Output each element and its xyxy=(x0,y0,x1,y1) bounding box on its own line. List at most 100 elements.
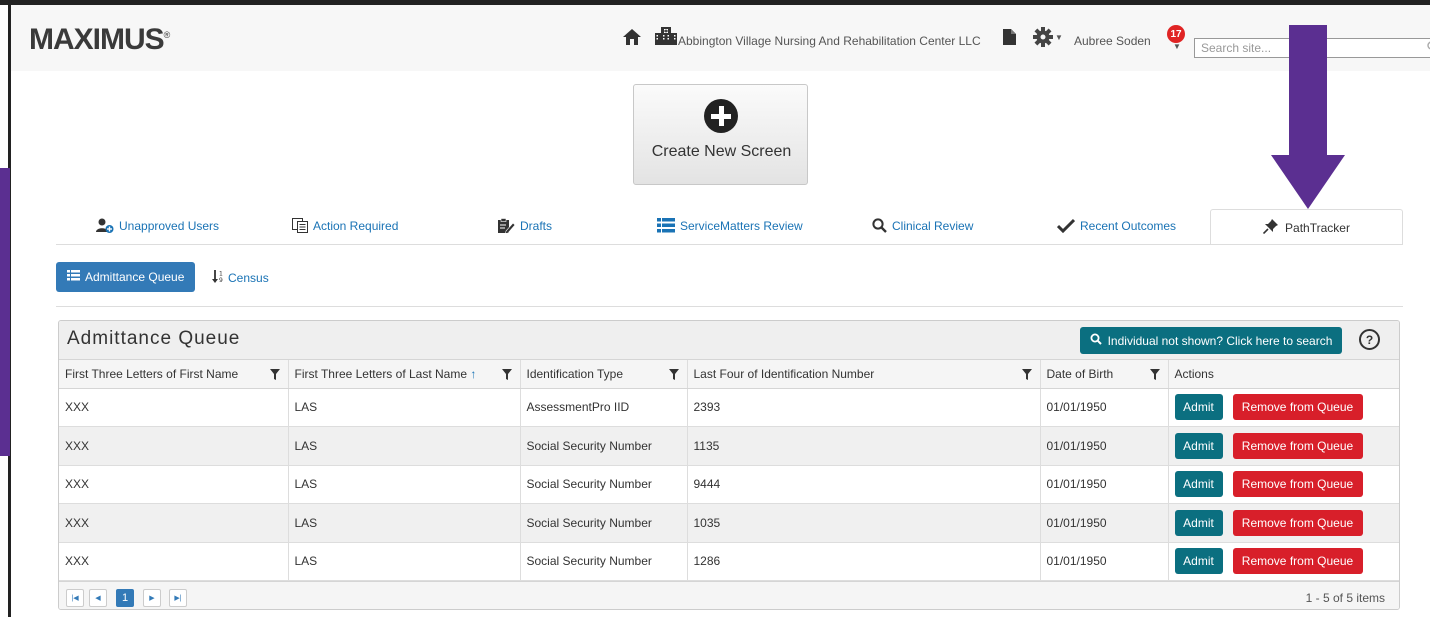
settings-gear-icon[interactable]: ▼ xyxy=(1033,27,1063,47)
list-icon xyxy=(67,270,80,284)
cell-dob: 01/01/1950 xyxy=(1040,542,1169,581)
tab-label: Unapproved Users xyxy=(119,218,220,233)
cell-id-last-four: 1286 xyxy=(687,542,1041,581)
tab-clinical-review[interactable]: Clinical Review xyxy=(872,218,973,233)
table-row: XXX LAS Social Security Number 1035 01/0… xyxy=(59,503,1399,543)
column-header-label: Last Four of Identification Number xyxy=(693,366,875,381)
sort-numeric-icon: 19 xyxy=(212,270,224,286)
cell-last-name: LAS xyxy=(288,388,521,427)
census-button[interactable]: 19 Census xyxy=(212,270,269,286)
sort-ascending-icon: ↑ xyxy=(470,366,477,381)
maximus-logo[interactable]: MAXIMUS® xyxy=(29,23,170,57)
filter-icon[interactable] xyxy=(668,369,679,383)
cell-id-last-four: 1035 xyxy=(687,503,1041,543)
tab-unapproved-users[interactable]: Unapproved Users xyxy=(96,218,219,233)
side-accent-bar xyxy=(0,168,10,456)
table-row: XXX LAS Social Security Number 1286 01/0… xyxy=(59,542,1399,581)
tab-drafts[interactable]: Drafts xyxy=(497,218,552,234)
create-new-screen-button[interactable]: Create New Screen xyxy=(633,84,808,185)
table-row: XXX LAS Social Security Number 9444 01/0… xyxy=(59,465,1399,504)
cell-dob: 01/01/1950 xyxy=(1040,465,1169,504)
filter-icon[interactable] xyxy=(1021,369,1032,383)
annotation-arrow-head xyxy=(1271,155,1345,209)
tab-pathtracker[interactable]: PathTracker xyxy=(1210,209,1403,245)
cell-dob: 01/01/1950 xyxy=(1040,388,1169,427)
tab-label: Recent Outcomes xyxy=(1080,218,1177,233)
filter-icon[interactable] xyxy=(1149,369,1160,383)
table-header-row: First Three Letters of First Name First … xyxy=(59,360,1399,389)
search-icon xyxy=(872,218,887,233)
cell-id-last-four: 9444 xyxy=(687,465,1041,504)
cell-id-type: Social Security Number xyxy=(520,503,688,543)
column-header-id-type[interactable]: Identification Type xyxy=(520,360,688,389)
cell-actions: Admit Remove from Queue xyxy=(1168,388,1399,427)
cell-id-type: Social Security Number xyxy=(520,542,688,581)
document-icon[interactable] xyxy=(1003,29,1016,45)
notification-badge[interactable]: 17 xyxy=(1167,25,1185,43)
plus-circle-icon xyxy=(704,99,738,133)
last-page-icon[interactable]: ▶| xyxy=(169,589,187,607)
create-new-screen-label: Create New Screen xyxy=(651,143,792,160)
individual-search-button[interactable]: Individual not shown? Click here to sear… xyxy=(1080,327,1342,354)
settings-caret-icon: ▼ xyxy=(1055,32,1063,42)
column-header-last-name[interactable]: First Three Letters of Last Name ↑ xyxy=(288,360,521,389)
column-header-label: First Three Letters of Last Name xyxy=(294,366,468,381)
admit-button[interactable]: Admit xyxy=(1174,471,1223,498)
column-header-id-last-four[interactable]: Last Four of Identification Number xyxy=(687,360,1041,389)
copy-document-icon xyxy=(292,218,308,233)
cell-last-name: LAS xyxy=(288,426,521,466)
admit-button[interactable]: Admit xyxy=(1174,548,1223,575)
remove-from-queue-button[interactable]: Remove from Queue xyxy=(1232,471,1363,498)
page-number-button[interactable]: 1 xyxy=(116,589,134,607)
cell-first-name: XXX xyxy=(59,503,289,543)
table-row: XXX LAS Social Security Number 1135 01/0… xyxy=(59,426,1399,466)
tab-label: Clinical Review xyxy=(892,218,974,233)
user-name[interactable]: Aubree Soden xyxy=(1074,34,1151,48)
column-header-dob[interactable]: Date of Birth xyxy=(1040,360,1169,389)
cell-dob: 01/01/1950 xyxy=(1040,503,1169,543)
search-icon xyxy=(1090,333,1102,348)
annotation-arrow-shaft xyxy=(1289,25,1327,155)
column-header-label: Identification Type xyxy=(526,366,624,381)
tabs-divider xyxy=(56,244,1403,245)
column-header-first-name[interactable]: First Three Letters of First Name xyxy=(59,360,289,389)
help-icon[interactable]: ? xyxy=(1359,329,1380,350)
admittance-queue-button[interactable]: Admittance Queue xyxy=(56,262,195,292)
cell-first-name: XXX xyxy=(59,465,289,504)
cell-id-last-four: 2393 xyxy=(687,388,1041,427)
individual-search-label: Individual not shown? Click here to sear… xyxy=(1107,333,1333,348)
cell-id-type: AssessmentPro IID xyxy=(520,388,688,427)
remove-from-queue-button[interactable]: Remove from Queue xyxy=(1232,432,1363,459)
clipboard-edit-icon xyxy=(497,218,515,234)
pager: |◀ ◀ 1 ▶ ▶| 1 - 5 of 5 items xyxy=(59,581,1399,609)
admittance-queue-label: Admittance Queue xyxy=(85,270,185,284)
filter-icon[interactable] xyxy=(269,369,280,383)
column-header-label: Actions xyxy=(1174,366,1214,381)
user-menu-caret-icon[interactable]: ▼ xyxy=(1173,42,1181,51)
cell-id-type: Social Security Number xyxy=(520,465,688,504)
first-page-icon[interactable]: |◀ xyxy=(66,589,84,607)
tab-recent-outcomes[interactable]: Recent Outcomes xyxy=(1057,218,1176,233)
checkmark-icon xyxy=(1057,218,1075,233)
filter-icon[interactable] xyxy=(501,369,512,383)
remove-from-queue-button[interactable]: Remove from Queue xyxy=(1232,394,1363,421)
cell-actions: Admit Remove from Queue xyxy=(1168,542,1399,581)
queue-table: First Three Letters of First Name First … xyxy=(59,360,1399,581)
facility-name[interactable]: Abbington Village Nursing And Rehabilita… xyxy=(678,34,981,48)
panel-header: Admittance Queue Individual not shown? C… xyxy=(59,321,1399,360)
previous-page-icon[interactable]: ◀ xyxy=(89,589,107,607)
admit-button[interactable]: Admit xyxy=(1174,509,1223,536)
remove-from-queue-button[interactable]: Remove from Queue xyxy=(1232,548,1363,575)
facility-building-icon[interactable] xyxy=(655,27,677,45)
remove-from-queue-button[interactable]: Remove from Queue xyxy=(1232,509,1363,536)
tab-action-required[interactable]: Action Required xyxy=(292,218,398,233)
pushpin-icon xyxy=(1262,218,1279,237)
cell-id-last-four: 1135 xyxy=(687,426,1041,466)
admit-button[interactable]: Admit xyxy=(1174,432,1223,459)
tab-label: ServiceMatters Review xyxy=(680,218,803,233)
next-page-icon[interactable]: ▶ xyxy=(143,589,161,607)
tab-servicematters-review[interactable]: ServiceMatters Review xyxy=(657,218,803,233)
home-icon[interactable] xyxy=(623,29,641,45)
admit-button[interactable]: Admit xyxy=(1174,394,1223,421)
census-label: Census xyxy=(228,271,269,285)
